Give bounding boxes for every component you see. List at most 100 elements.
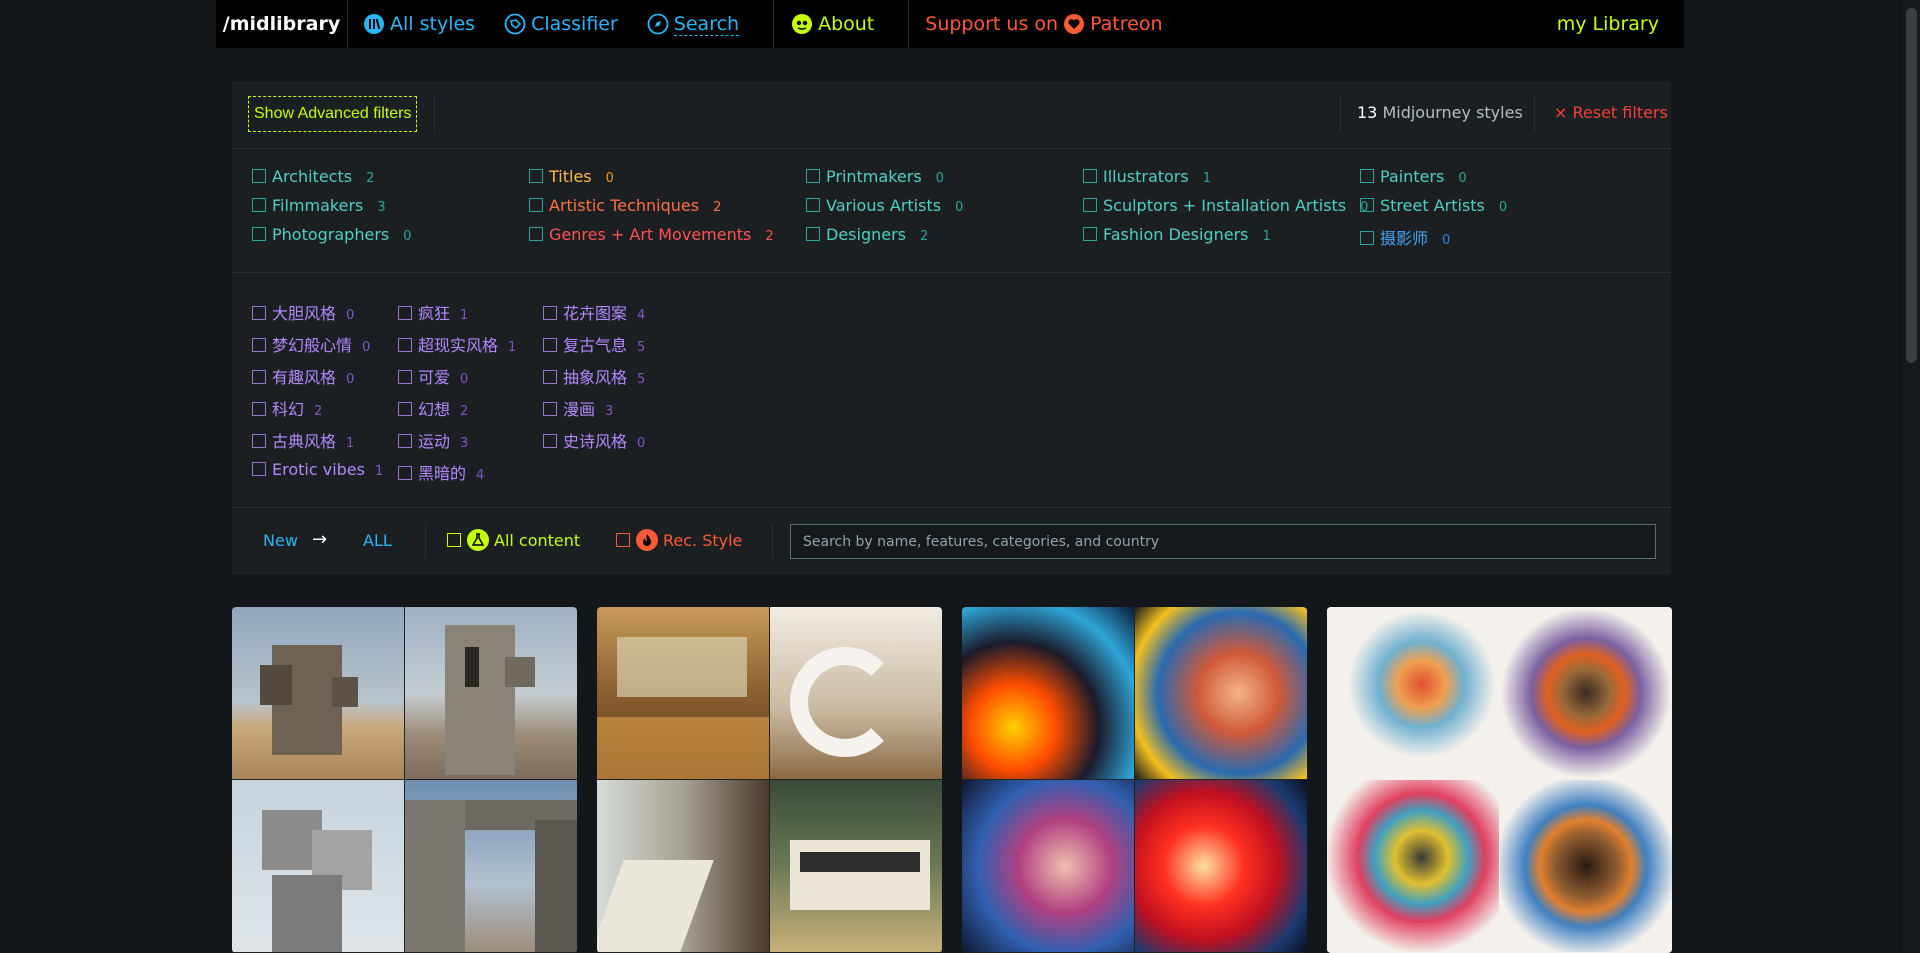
checkbox[interactable]: [543, 370, 557, 384]
tag-item[interactable]: 疯狂 1: [398, 300, 468, 324]
tag-item[interactable]: 梦幻般心情 0: [252, 332, 370, 356]
site-logo[interactable]: /midlibrary: [216, 0, 348, 48]
tag-item[interactable]: 可爱 0: [398, 364, 468, 388]
checkbox[interactable]: [1360, 198, 1374, 212]
category-photographers-cn[interactable]: 摄影师 0: [1360, 225, 1450, 249]
checkbox[interactable]: [1360, 169, 1374, 183]
style-card[interactable]: [1327, 607, 1672, 953]
checkbox[interactable]: [252, 306, 266, 320]
checkbox[interactable]: [529, 198, 543, 212]
checkbox[interactable]: [806, 198, 820, 212]
checkbox[interactable]: [543, 402, 557, 416]
checkbox[interactable]: [806, 227, 820, 241]
scrollbar-thumb[interactable]: [1906, 8, 1917, 363]
tag-item[interactable]: 运动 3: [398, 428, 468, 452]
reset-filters-link[interactable]: × Reset filters: [1554, 103, 1668, 122]
checkbox[interactable]: [529, 169, 543, 183]
tag-label: 古典风格: [272, 432, 337, 451]
tag-item[interactable]: 超现实风格 1: [398, 332, 516, 356]
checkbox[interactable]: [543, 338, 557, 352]
category-printmakers[interactable]: Printmakers 0: [806, 167, 944, 186]
checkbox[interactable]: [1083, 227, 1097, 241]
nav-my-library[interactable]: my Library: [1557, 13, 1684, 35]
tag-item[interactable]: 幻想 2: [398, 396, 468, 420]
preview-image: [1327, 780, 1499, 952]
search-input[interactable]: [790, 524, 1656, 559]
category-sculptors[interactable]: Sculptors + Installation Artists 0: [1083, 196, 1368, 215]
checkbox[interactable]: [543, 306, 557, 320]
checkbox[interactable]: [252, 462, 266, 476]
tag-item[interactable]: 复古气息 5: [543, 332, 645, 356]
category-photographers[interactable]: Photographers 0: [252, 225, 412, 244]
category-illustrators[interactable]: Illustrators 1: [1083, 167, 1211, 186]
category-genres[interactable]: Genres + Art Movements 2: [529, 225, 774, 244]
checkbox[interactable]: [398, 434, 412, 448]
category-artistic-techniques[interactable]: Artistic Techniques 2: [529, 196, 721, 215]
style-card[interactable]: [597, 607, 942, 953]
tag-item[interactable]: 大胆风格 0: [252, 300, 354, 324]
style-card[interactable]: [962, 607, 1307, 953]
rec-style-checkbox[interactable]: [616, 533, 630, 547]
category-count: 0: [1458, 171, 1467, 186]
tag-item[interactable]: 科幻 2: [252, 396, 322, 420]
category-filmmakers[interactable]: Filmmakers 3: [252, 196, 386, 215]
tag-item[interactable]: 黑暗的 4: [398, 460, 484, 484]
checkbox[interactable]: [252, 338, 266, 352]
checkbox[interactable]: [398, 466, 412, 480]
nav-search[interactable]: Search: [632, 0, 753, 48]
checkbox[interactable]: [398, 338, 412, 352]
checkbox[interactable]: [252, 434, 266, 448]
category-architects[interactable]: Architects 2: [252, 167, 374, 186]
all-content-checkbox[interactable]: [447, 533, 461, 547]
page-scrollbar[interactable]: [1903, 0, 1920, 953]
checkbox[interactable]: [398, 370, 412, 384]
preview-image: [770, 780, 942, 952]
preview-image: [405, 780, 577, 952]
checkbox[interactable]: [806, 169, 820, 183]
bar-divider-2: [772, 523, 773, 559]
nav-all-styles[interactable]: All styles: [348, 0, 489, 48]
tag-count: 5: [637, 372, 646, 387]
checkbox[interactable]: [1083, 169, 1097, 183]
sort-arrow: →: [312, 529, 328, 550]
checkbox[interactable]: [1083, 198, 1097, 212]
style-card[interactable]: [232, 607, 577, 953]
tag-item[interactable]: 古典风格 1: [252, 428, 354, 452]
category-titles[interactable]: Titles 0: [529, 167, 614, 186]
category-designers[interactable]: Designers 2: [806, 225, 928, 244]
tag-item[interactable]: 史诗风格 0: [543, 428, 645, 452]
nav-about[interactable]: About: [776, 0, 888, 48]
category-count: 1: [1202, 171, 1211, 186]
header-divider-2: [1340, 96, 1341, 132]
checkbox[interactable]: [398, 306, 412, 320]
sort-all-link[interactable]: ALL: [363, 531, 392, 550]
category-fashion-designers[interactable]: Fashion Designers 1: [1083, 225, 1271, 244]
tag-item[interactable]: 抽象风格 5: [543, 364, 645, 388]
flask-icon: [467, 529, 489, 551]
checkbox[interactable]: [252, 227, 266, 241]
show-advanced-filters-button[interactable]: Show Advanced filters: [248, 96, 418, 132]
category-label: Painters: [1380, 167, 1445, 186]
checkbox[interactable]: [252, 370, 266, 384]
category-street-artists[interactable]: Street Artists 0: [1360, 196, 1507, 215]
sort-new-link[interactable]: New: [263, 531, 298, 550]
rec-style-toggle[interactable]: Rec. Style: [616, 529, 742, 551]
checkbox[interactable]: [252, 198, 266, 212]
checkbox[interactable]: [529, 227, 543, 241]
nav-patreon-link[interactable]: Support us on Patreon: [911, 0, 1176, 48]
category-painters[interactable]: Painters 0: [1360, 167, 1467, 186]
category-count: 0: [935, 171, 944, 186]
category-various-artists[interactable]: Various Artists 0: [806, 196, 963, 215]
checkbox[interactable]: [398, 402, 412, 416]
tag-count: 5: [637, 340, 646, 355]
tag-item[interactable]: Erotic vibes 1: [252, 460, 383, 479]
checkbox[interactable]: [252, 402, 266, 416]
checkbox[interactable]: [543, 434, 557, 448]
nav-classifier[interactable]: Classifier: [489, 0, 632, 48]
tag-item[interactable]: 花卉图案 4: [543, 300, 645, 324]
checkbox[interactable]: [252, 169, 266, 183]
tag-item[interactable]: 有趣风格 0: [252, 364, 354, 388]
all-content-toggle[interactable]: All content: [447, 529, 580, 551]
tag-item[interactable]: 漫画 3: [543, 396, 613, 420]
checkbox[interactable]: [1360, 231, 1374, 245]
